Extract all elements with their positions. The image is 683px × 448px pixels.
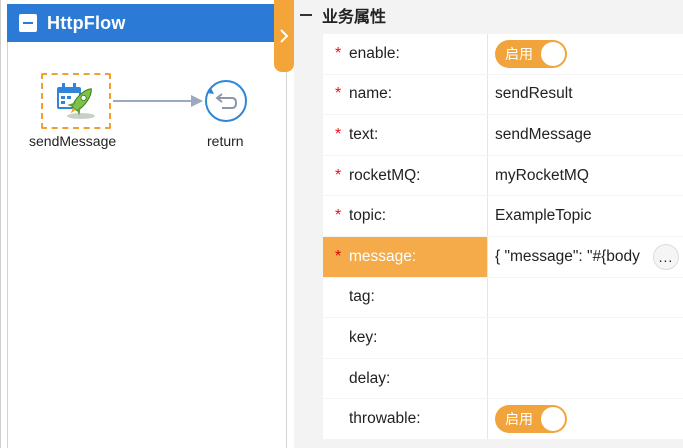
property-row-text: * text: sendMessage	[323, 115, 683, 156]
return-label: return	[207, 133, 244, 149]
enable-toggle[interactable]: 启用	[495, 39, 567, 68]
property-row-key: key:	[323, 318, 683, 359]
property-row-delay: delay:	[323, 358, 683, 400]
property-key-label: tag:	[349, 288, 375, 306]
property-key[interactable]: tag:	[323, 277, 488, 318]
property-key-label: text:	[349, 125, 379, 143]
property-key-label: name:	[349, 85, 393, 103]
text-value[interactable]: sendMessage	[488, 115, 683, 155]
property-key[interactable]: * topic:	[323, 196, 488, 236]
toggle-knob	[541, 407, 565, 432]
property-value: 启用	[488, 399, 683, 439]
required-marker: *	[335, 125, 342, 143]
property-key-label: message:	[349, 247, 417, 265]
required-marker: *	[335, 85, 342, 103]
flow-title: HttpFlow	[47, 12, 126, 33]
tag-value[interactable]	[488, 277, 683, 318]
property-key-label: key:	[349, 328, 378, 346]
collapse-icon[interactable]	[19, 14, 37, 32]
more-button[interactable]: ...	[653, 243, 679, 270]
flow-panel: HttpFlow sendMessage return	[0, 0, 294, 448]
toggle-label: 启用	[505, 411, 533, 428]
required-marker: *	[335, 166, 342, 184]
property-table: * enable: 启用 * name: sendResult * text:	[323, 34, 683, 440]
property-key-label: topic:	[349, 207, 387, 225]
flow-header: HttpFlow	[7, 4, 287, 42]
property-key[interactable]: * enable:	[323, 34, 488, 74]
required-marker: *	[335, 247, 342, 265]
property-row-name: * name: sendResult	[323, 74, 683, 116]
toggle-label: 启用	[505, 45, 533, 62]
property-row-rocketmq: * rocketMQ: myRocketMQ	[323, 155, 683, 197]
property-key[interactable]: * message:	[323, 236, 488, 277]
required-marker: *	[335, 207, 342, 225]
topic-value[interactable]: ExampleTopic	[488, 196, 683, 236]
property-row-topic: * topic: ExampleTopic	[323, 196, 683, 237]
section-title: 业务属性	[322, 9, 387, 26]
property-key-label: enable:	[349, 44, 400, 62]
return-node[interactable]	[204, 79, 248, 123]
toggle-knob	[541, 41, 565, 66]
property-value: 启用	[488, 34, 683, 74]
section-header: 业务属性	[294, 0, 683, 30]
property-row-message: * message: { "message": "#{body ...	[323, 236, 683, 278]
property-key[interactable]: throwable:	[323, 399, 488, 439]
property-value: { "message": "#{body ...	[488, 236, 683, 277]
property-key[interactable]: * rocketMQ:	[323, 155, 488, 196]
property-key-label: delay:	[349, 369, 391, 387]
message-value[interactable]: { "message": "#{body	[495, 248, 651, 266]
chevron-right-icon	[280, 29, 289, 43]
rocketmq-value[interactable]: myRocketMQ	[488, 155, 683, 196]
property-key-label: throwable:	[349, 410, 421, 428]
properties-panel: 业务属性 * enable: 启用 * name: sendResult * t…	[294, 0, 683, 448]
send-message-label: sendMessage	[29, 133, 117, 149]
property-row-throwable: throwable: 启用	[323, 399, 683, 440]
section-collapse-icon[interactable]	[300, 14, 312, 16]
key-value[interactable]	[488, 318, 683, 358]
property-row-tag: tag:	[323, 277, 683, 319]
property-key[interactable]: * name:	[323, 74, 488, 115]
property-key-label: rocketMQ:	[349, 166, 421, 184]
throwable-toggle[interactable]: 启用	[495, 405, 567, 434]
name-value[interactable]: sendResult	[488, 74, 683, 115]
rocket-calendar-icon	[57, 83, 95, 119]
property-key[interactable]: * text:	[323, 115, 488, 155]
flow-connector[interactable]	[111, 94, 205, 108]
required-marker: *	[335, 44, 342, 62]
property-key[interactable]: key:	[323, 318, 488, 358]
return-arrow-icon	[205, 80, 247, 122]
property-row-enable: * enable: 启用	[323, 34, 683, 75]
send-message-node[interactable]	[41, 73, 111, 129]
panel-toggle-tab[interactable]	[274, 0, 294, 72]
property-key[interactable]: delay:	[323, 358, 488, 399]
delay-value[interactable]	[488, 358, 683, 399]
